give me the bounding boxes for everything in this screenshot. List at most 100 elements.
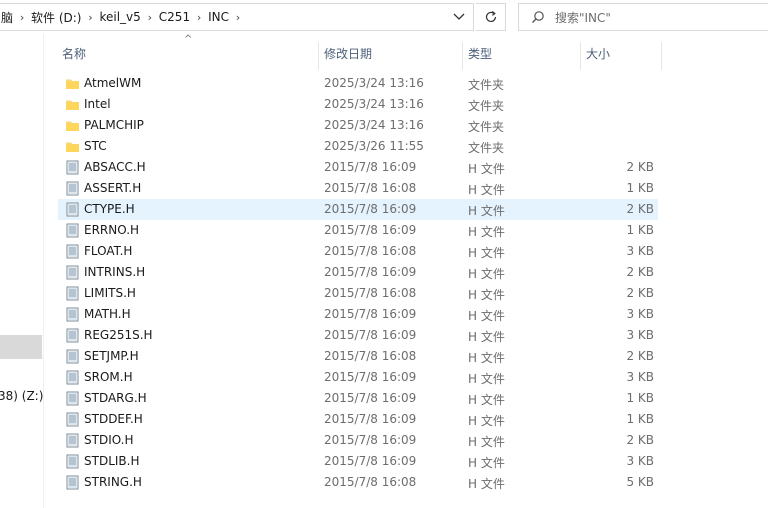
file-name: STDLIB.H [84, 454, 140, 468]
column-date[interactable]: 修改日期 [318, 40, 462, 66]
file-type: H 文件 [468, 267, 505, 281]
file-date: 2025/3/26 11:55 [324, 139, 424, 153]
file-row[interactable]: SETJMP.H 2015/7/8 16:08 H 文件 2 KB [58, 346, 658, 367]
file-date: 2015/7/8 16:09 [324, 160, 417, 174]
file-size: 3 KB [626, 370, 654, 384]
file-row[interactable]: CTYPE.H 2015/7/8 16:09 H 文件 2 KB [58, 199, 658, 220]
file-date: 2015/7/8 16:09 [324, 391, 417, 405]
file-row[interactable]: REG251S.H 2015/7/8 16:09 H 文件 3 KB [58, 325, 658, 346]
file-name: REG251S.H [84, 328, 153, 342]
file-row[interactable]: PALMCHIP 2025/3/24 13:16 文件夹 [58, 115, 658, 136]
file-date: 2015/7/8 16:08 [324, 181, 417, 195]
file-row[interactable]: SROM.H 2015/7/8 16:09 H 文件 3 KB [58, 367, 658, 388]
file-size: 3 KB [626, 454, 654, 468]
file-name: STRING.H [84, 475, 142, 489]
column-type[interactable]: 类型 [462, 40, 580, 66]
file-name: AtmelWM [84, 76, 142, 90]
file-icon [65, 223, 80, 238]
file-row[interactable]: ERRNO.H 2015/7/8 16:09 H 文件 1 KB [58, 220, 658, 241]
file-icon [65, 391, 80, 406]
breadcrumb-item[interactable]: INC [208, 10, 229, 24]
file-type: H 文件 [468, 246, 505, 260]
nav-item-selected[interactable] [0, 335, 42, 359]
file-size: 1 KB [626, 181, 654, 195]
chevron-right-icon[interactable]: › [229, 11, 247, 24]
column-size[interactable]: 大小 [580, 40, 660, 66]
file-name: FLOAT.H [84, 244, 133, 258]
column-divider[interactable] [661, 42, 662, 70]
file-name: STDIO.H [84, 433, 134, 447]
file-icon [65, 349, 80, 364]
file-type: H 文件 [468, 204, 505, 218]
file-row[interactable]: INTRINS.H 2015/7/8 16:09 H 文件 2 KB [58, 262, 658, 283]
refresh-icon [485, 11, 496, 23]
file-row[interactable]: ABSACC.H 2015/7/8 16:09 H 文件 2 KB [58, 157, 658, 178]
chevron-right-icon[interactable]: › [190, 11, 208, 24]
file-date: 2015/7/8 16:08 [324, 244, 417, 258]
file-name: SROM.H [84, 370, 133, 384]
file-name: ABSACC.H [84, 160, 146, 174]
file-row[interactable]: STDDEF.H 2015/7/8 16:09 H 文件 1 KB [58, 409, 658, 430]
file-icon [65, 286, 80, 301]
navigation-pane: 38) (Z:) [0, 34, 44, 508]
nav-item-drive[interactable]: 38) (Z:) [0, 389, 43, 403]
file-row[interactable]: FLOAT.H 2015/7/8 16:08 H 文件 3 KB [58, 241, 658, 262]
chevron-right-icon[interactable]: › [141, 11, 159, 24]
file-size: 1 KB [626, 391, 654, 405]
file-type: 文件夹 [468, 99, 505, 113]
file-row[interactable]: STRING.H 2015/7/8 16:08 H 文件 5 KB [58, 472, 658, 493]
file-type: H 文件 [468, 225, 505, 239]
file-row[interactable]: STC 2025/3/26 11:55 文件夹 [58, 136, 658, 157]
file-type: H 文件 [468, 330, 505, 344]
file-icon [65, 475, 80, 490]
file-type: H 文件 [468, 351, 505, 365]
breadcrumb-item[interactable]: 软件 (D:) [31, 9, 81, 26]
address-history-button[interactable] [445, 4, 473, 30]
file-name: CTYPE.H [84, 202, 135, 216]
file-size: 2 KB [626, 286, 654, 300]
file-row[interactable]: LIMITS.H 2015/7/8 16:08 H 文件 2 KB [58, 283, 658, 304]
file-type: H 文件 [468, 183, 505, 197]
file-date: 2015/7/8 16:08 [324, 475, 417, 489]
search-box[interactable]: 搜索"INC" [518, 3, 768, 31]
file-date: 2015/7/8 16:09 [324, 370, 417, 384]
file-size: 5 KB [626, 475, 654, 489]
file-date: 2015/7/8 16:08 [324, 286, 417, 300]
column-name[interactable]: 名称 [56, 40, 318, 66]
folder-icon [65, 76, 80, 91]
file-row[interactable]: STDLIB.H 2015/7/8 16:09 H 文件 3 KB [58, 451, 658, 472]
file-type: 文件夹 [468, 78, 505, 92]
file-type: H 文件 [468, 477, 505, 491]
file-name: MATH.H [84, 307, 131, 321]
file-size: 2 KB [626, 202, 654, 216]
file-row[interactable]: MATH.H 2015/7/8 16:09 H 文件 3 KB [58, 304, 658, 325]
breadcrumb-item[interactable]: keil_v5 [99, 10, 140, 24]
file-name: STDDEF.H [84, 412, 143, 426]
chevron-right-icon[interactable]: › [13, 11, 31, 24]
file-size: 1 KB [626, 223, 654, 237]
file-icon [65, 202, 80, 217]
file-icon [65, 307, 80, 322]
file-icon [65, 454, 80, 469]
file-date: 2015/7/8 16:09 [324, 223, 417, 237]
file-row[interactable]: ASSERT.H 2015/7/8 16:08 H 文件 1 KB [58, 178, 658, 199]
refresh-button[interactable] [476, 3, 506, 31]
file-date: 2025/3/24 13:16 [324, 76, 424, 90]
file-row[interactable]: STDIO.H 2015/7/8 16:09 H 文件 2 KB [58, 430, 658, 451]
file-date: 2015/7/8 16:09 [324, 202, 417, 216]
file-date: 2025/3/24 13:16 [324, 118, 424, 132]
chevron-right-icon[interactable]: › [81, 11, 99, 24]
search-input[interactable]: 搜索"INC" [555, 9, 611, 26]
address-bar[interactable]: 脑 › 软件 (D:) › keil_v5 › C251 › INC › [0, 3, 474, 31]
breadcrumb-item[interactable]: 脑 [1, 9, 13, 26]
file-row[interactable]: AtmelWM 2025/3/24 13:16 文件夹 [58, 73, 658, 94]
file-icon [65, 160, 80, 175]
file-date: 2015/7/8 16:09 [324, 328, 417, 342]
file-size: 2 KB [626, 265, 654, 279]
file-type: H 文件 [468, 456, 505, 470]
file-row[interactable]: STDARG.H 2015/7/8 16:09 H 文件 1 KB [58, 388, 658, 409]
file-row[interactable]: Intel 2025/3/24 13:16 文件夹 [58, 94, 658, 115]
file-icon [65, 265, 80, 280]
breadcrumb-item[interactable]: C251 [159, 10, 190, 24]
file-size: 2 KB [626, 433, 654, 447]
